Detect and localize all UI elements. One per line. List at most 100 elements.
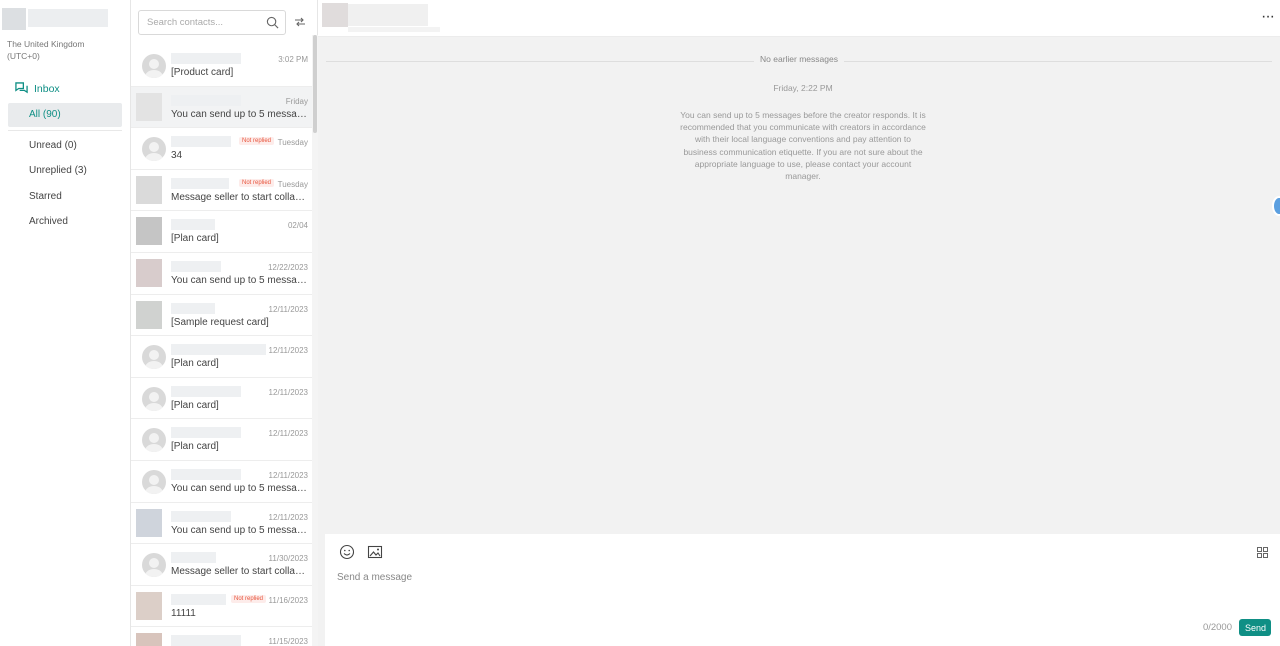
chat-panel: ··· No earlier messages Friday, 2:22 PM … [318, 0, 1280, 646]
contact-avatar [142, 428, 166, 453]
contact-avatar [136, 300, 162, 329]
contact-time: 12/11/2023 [268, 470, 308, 480]
nav-item-starred[interactable]: Starred [8, 185, 122, 209]
contact-time: 12/11/2023 [268, 304, 308, 314]
contact-list[interactable]: 3:02 PM [Product card] Friday You can se… [131, 45, 312, 646]
not-replied-badge: Not replied [238, 137, 274, 146]
contact-preview: You can send up to 5 messag... [171, 108, 308, 120]
contact-preview: You can send up to 5 messag... [171, 482, 308, 494]
floating-helper-icon[interactable] [1272, 196, 1280, 216]
nav-item-unreplied[interactable]: Unreplied (3) [8, 159, 122, 183]
left-sidebar: The United Kingdom (UTC+0) Inbox All (90… [0, 0, 131, 646]
contact-avatar [136, 175, 162, 204]
contact-row[interactable]: Not replied 11/16/2023 11111 [131, 586, 312, 628]
contact-preview: 11111 [171, 607, 196, 619]
contact-row[interactable]: 12/22/2023 You can send up to 5 messag..… [131, 253, 312, 295]
chat-contact-avatar [322, 3, 348, 27]
contact-row[interactable]: 12/11/2023 [Sample request card] [131, 295, 312, 337]
contact-row[interactable]: 12/11/2023 You can send up to 5 messag..… [131, 461, 312, 503]
chat-header: ··· [318, 0, 1280, 37]
contact-name-redacted [171, 552, 216, 564]
more-options-icon[interactable]: ··· [1261, 9, 1275, 25]
contact-time: 12/11/2023 [268, 512, 308, 522]
contact-row[interactable]: Not replied Tuesday Message seller to st… [131, 170, 312, 212]
contact-time: Tuesday [277, 138, 308, 148]
contact-avatar [142, 137, 166, 162]
contact-name-redacted [171, 177, 229, 189]
nav-item-all[interactable]: All (90) [8, 103, 122, 127]
message-date: Friday, 2:22 PM [773, 83, 833, 93]
contact-preview: [Product card] [171, 67, 234, 78]
contact-name-redacted [171, 344, 266, 356]
contact-time: Friday [285, 96, 308, 106]
contact-name-redacted [171, 136, 231, 148]
timezone-label: The United Kingdom (UTC+0) [7, 39, 85, 61]
inbox-heading[interactable]: Inbox [15, 82, 60, 95]
contact-preview: Message seller to start collab... [171, 566, 308, 578]
contact-name-redacted [171, 468, 241, 480]
no-earlier-messages: No earlier messages [326, 54, 1272, 68]
contact-row[interactable]: 02/04 [Plan card] [131, 211, 312, 253]
contact-row[interactable]: 11/15/2023 [131, 627, 312, 646]
contact-avatar [142, 54, 166, 78]
contact-avatar [136, 633, 162, 646]
inbox-icon [15, 82, 28, 94]
emoji-icon[interactable] [339, 544, 355, 560]
nav-item-unread[interactable]: Unread (0) [8, 134, 122, 158]
contact-name-redacted [171, 510, 231, 522]
contact-avatar [136, 92, 162, 121]
grid-icon[interactable] [1257, 547, 1268, 558]
chat-contact-subtitle-redacted [348, 27, 440, 32]
nav-item-archived[interactable]: Archived [8, 210, 122, 234]
contact-preview: [Plan card] [171, 233, 219, 245]
contact-avatar [136, 217, 162, 246]
not-replied-badge: Not replied [230, 594, 266, 603]
contact-time: 12/22/2023 [267, 262, 308, 272]
contact-row[interactable]: 12/11/2023 You can send up to 5 messag..… [131, 503, 312, 545]
contact-row[interactable]: 12/11/2023 [Plan card] [131, 378, 312, 420]
contact-time: 11/16/2023 [268, 595, 308, 605]
contacts-panel: 3:02 PM [Product card] Friday You can se… [131, 0, 318, 646]
scrollbar-thumb[interactable] [313, 35, 317, 133]
contact-name-redacted [171, 427, 241, 439]
contact-row[interactable]: 11/30/2023 Message seller to start colla… [131, 544, 312, 586]
contact-name-redacted [171, 385, 241, 397]
chat-contact-name-redacted [348, 4, 428, 26]
contact-time: 12/11/2023 [268, 429, 308, 439]
system-notice: You can send up to 5 messages before the… [680, 110, 926, 182]
contact-name-redacted [171, 53, 241, 64]
contact-row-selected[interactable]: Friday You can send up to 5 messag... [131, 86, 312, 129]
send-button[interactable]: Send [1239, 619, 1271, 636]
no-earlier-label: No earlier messages [754, 54, 844, 64]
image-icon[interactable] [367, 544, 383, 560]
contact-name-redacted [171, 260, 221, 272]
contact-preview: [Plan card] [171, 358, 219, 370]
contact-name-redacted [171, 593, 226, 605]
contact-row[interactable]: Not replied Tuesday 34 [131, 128, 312, 170]
contact-name-redacted [171, 635, 241, 646]
contact-preview: [Plan card] [171, 399, 219, 411]
not-replied-badge: Not replied [238, 178, 274, 187]
contact-avatar [142, 386, 166, 411]
filter-icon[interactable] [293, 15, 307, 29]
contact-name-redacted [171, 302, 215, 314]
contact-row[interactable]: 3:02 PM [Product card] [131, 45, 312, 87]
contact-preview: You can send up to 5 messag... [171, 524, 308, 536]
contact-preview: You can send up to 5 messag... [171, 274, 308, 286]
message-composer: 0/2000 Send [325, 534, 1280, 646]
contact-avatar [136, 508, 162, 537]
message-input[interactable] [335, 567, 935, 587]
contact-name-redacted [171, 94, 241, 106]
contact-time: 3:02 PM [278, 55, 308, 64]
search-input[interactable] [139, 11, 259, 34]
contact-time: 11/15/2023 [268, 637, 308, 646]
contact-time: 12/11/2023 [268, 387, 308, 397]
search-icon[interactable] [266, 16, 279, 29]
contact-time: 02/04 [287, 221, 308, 231]
contact-row[interactable]: 12/11/2023 [Plan card] [131, 336, 312, 378]
account-name-redacted [28, 9, 108, 27]
inbox-label: Inbox [34, 82, 60, 95]
character-counter: 0/2000 [1202, 622, 1232, 633]
contact-row[interactable]: 12/11/2023 [Plan card] [131, 419, 312, 461]
search-box [138, 10, 286, 35]
